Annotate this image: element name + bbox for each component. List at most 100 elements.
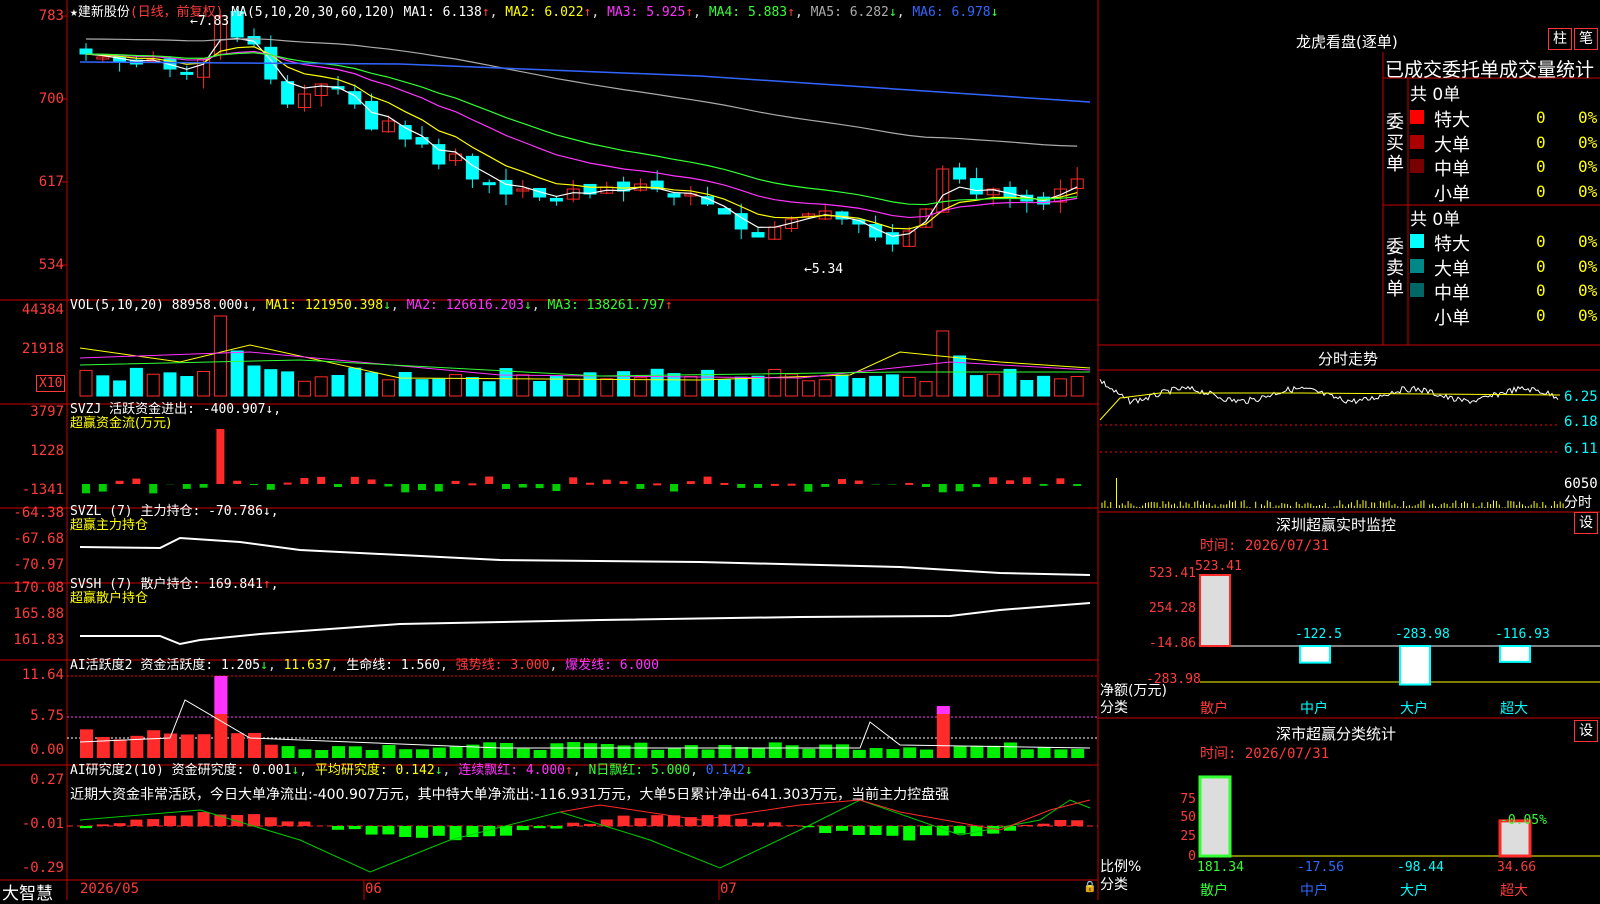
- volume-bar: [114, 381, 126, 396]
- buy-side-label: 委买单: [1386, 112, 1408, 175]
- research-bar: [534, 826, 546, 828]
- flow-bar: [149, 484, 157, 493]
- activity-bar: [231, 733, 244, 758]
- price-axis-label: 534: [2, 257, 64, 273]
- candle-body: [80, 49, 92, 54]
- flow-bar: [435, 484, 443, 491]
- lhb-title: 龙虎看盘(逐单): [1296, 31, 1398, 52]
- classify-bar-label: 181.34: [1197, 860, 1244, 875]
- column-view-button[interactable]: 柱: [1548, 28, 1572, 50]
- volume-bar: [567, 379, 579, 396]
- flow-bar: [200, 484, 208, 488]
- research-bar: [164, 816, 176, 826]
- activity-bar: [198, 734, 211, 758]
- svzl-axis-label: -64.38: [2, 505, 64, 521]
- activity-bar: [517, 749, 530, 758]
- monitor-axis-label: -14.86: [1146, 636, 1196, 651]
- ma-arrow: ↓: [889, 5, 897, 20]
- brand-logo[interactable]: 大智慧: [2, 879, 53, 904]
- research-bar: [382, 826, 394, 834]
- flow-bar: [704, 477, 712, 484]
- flow-bar: [838, 479, 846, 484]
- monitor-xlabel: 分类: [1100, 697, 1128, 717]
- volume-bar: [853, 378, 865, 396]
- classify-category: 中户: [1300, 880, 1328, 900]
- flow-bar: [267, 484, 275, 490]
- order-count: 0: [1536, 108, 1546, 127]
- volume-bar: [315, 377, 327, 396]
- flow-bar: [720, 483, 728, 485]
- volume-bar: [399, 373, 411, 396]
- research-bar: [1071, 820, 1083, 826]
- monitor-bar-label: -122.5: [1295, 627, 1342, 642]
- monitor-category: 散户: [1200, 698, 1228, 718]
- monitor-axis-label: 523.41: [1146, 566, 1196, 581]
- order-percent: 0%: [1578, 257, 1597, 276]
- sell-side-label: 委卖单: [1386, 237, 1408, 300]
- volume-bar: [886, 375, 898, 396]
- ma-params: MA(5,10,20,30,60,120): [231, 5, 395, 20]
- flow-bar: [1006, 480, 1014, 484]
- buy-total: 共 0单: [1410, 80, 1460, 105]
- order-percent: 0%: [1578, 108, 1597, 127]
- ma-arrow: ↑: [482, 5, 490, 20]
- flow-bar: [351, 477, 359, 484]
- research-bar: [147, 819, 159, 826]
- candle-body: [483, 183, 495, 185]
- activity-bar: [618, 745, 631, 758]
- order-label: 大单: [1434, 255, 1470, 281]
- research-bar: [853, 826, 865, 835]
- research-bar: [265, 817, 277, 826]
- classify-title: 深市超赢分类统计: [1276, 723, 1396, 744]
- star-icon[interactable]: ★: [70, 5, 78, 20]
- flow-bar: [636, 484, 644, 489]
- candle-body: [181, 72, 193, 74]
- svzj-axis-label: -1341: [2, 482, 64, 498]
- research-bar: [80, 826, 92, 828]
- activity-bar: [786, 745, 799, 758]
- high-price-mark: ←7.83: [190, 14, 229, 29]
- ma-value: MA2: 6.022: [505, 5, 583, 20]
- order-count: 0: [1536, 281, 1546, 300]
- flow-bar: [821, 484, 829, 487]
- svzl-subtitle: 超赢主力持仓: [70, 514, 148, 533]
- ai2-axis-label: -0.29: [2, 860, 64, 876]
- research-bar: [886, 826, 898, 836]
- candle-body: [433, 145, 445, 164]
- order-row: 特大00%: [1408, 230, 1600, 252]
- tick-view-button[interactable]: 笔: [1574, 28, 1598, 50]
- research-bar: [954, 826, 966, 834]
- activity-bar: [870, 748, 883, 758]
- activity-bar: [298, 749, 311, 758]
- svsh-axis-label: 165.88: [2, 606, 64, 622]
- research-bar: [819, 826, 831, 833]
- activity-bar: [735, 747, 748, 758]
- activity-bar: [483, 742, 496, 758]
- research-bar: [349, 826, 361, 829]
- flow-bar: [99, 484, 107, 492]
- research-bar: [198, 812, 210, 826]
- monitor-bar-label: -116.93: [1495, 627, 1550, 642]
- monitor-axis-label: 254.28: [1146, 601, 1196, 616]
- flow-bar: [485, 477, 493, 484]
- classify-note: -0.05%: [1500, 813, 1547, 828]
- price-axis-label: 783: [2, 8, 64, 24]
- flow-bar: [788, 484, 796, 486]
- research-bar: [366, 826, 378, 835]
- activity-bar: [114, 739, 127, 758]
- activity-bar: [500, 743, 513, 758]
- volume-bar: [870, 376, 882, 396]
- flow-bar: [855, 481, 863, 484]
- volume-bar: [248, 366, 260, 396]
- monitor-settings-button[interactable]: 设: [1574, 512, 1598, 534]
- classify-settings-button[interactable]: 设: [1574, 720, 1598, 742]
- volume-bar: [416, 380, 428, 396]
- activity-bar: [987, 746, 1000, 758]
- activity-bar: [651, 750, 664, 758]
- research-bar: [550, 826, 562, 829]
- flow-bar: [552, 484, 560, 491]
- holding-line: [80, 538, 1090, 575]
- flow-bar: [989, 477, 997, 484]
- lock-icon[interactable]: 🔒: [1083, 880, 1097, 893]
- activity-bar: [332, 746, 345, 758]
